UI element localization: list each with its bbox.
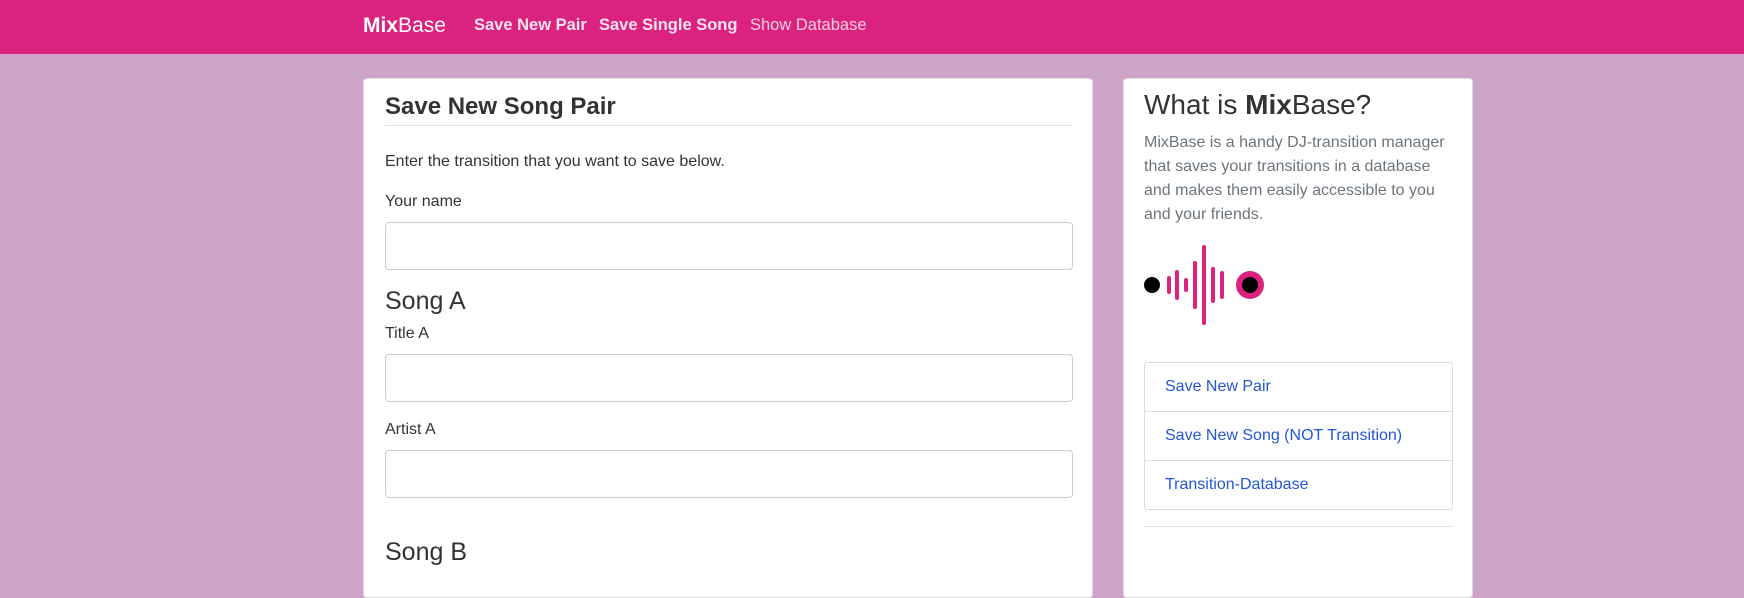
song-b-heading: Song B (385, 538, 468, 566)
save-pair-form-card: Save New Song Pair Enter the transition … (363, 78, 1093, 598)
nav-save-single-song[interactable]: Save Single Song (599, 16, 737, 35)
navbar: MixBase Save New Pair Save Single Song S… (0, 0, 1744, 54)
sidebar-title: What is MixBase? (1144, 89, 1371, 121)
name-input[interactable] (385, 222, 1073, 270)
nav-show-database[interactable]: Show Database (750, 16, 867, 35)
intro-text: Enter the transition that you want to sa… (385, 153, 725, 170)
title-a-label: Title A (385, 325, 429, 342)
sidebar-link-save-new-pair[interactable]: Save New Pair (1145, 363, 1452, 412)
song-a-heading: Song A (385, 287, 466, 315)
brand-bold: Mix (363, 14, 399, 37)
about-sidebar-card: What is MixBase? MixBase is a handy DJ-t… (1123, 78, 1473, 598)
sidebar-link-transition-database[interactable]: Transition-Database (1145, 461, 1452, 509)
title-divider (385, 125, 1073, 126)
page-title: Save New Song Pair (385, 93, 616, 120)
name-label: Your name (385, 193, 462, 210)
sidebar-nav-list: Save New Pair Save New Song (NOT Transit… (1144, 362, 1453, 510)
sidebar-title-prefix: What is (1144, 89, 1246, 120)
brand-rest: Base (398, 14, 446, 37)
sidebar-title-suffix: Base? (1291, 89, 1372, 120)
sidebar-divider (1144, 526, 1453, 527)
sidebar-title-bold: Mix (1245, 89, 1292, 120)
brand-logo[interactable]: MixBase (363, 14, 446, 38)
artist-a-input[interactable] (385, 450, 1073, 498)
sidebar-description: MixBase is a handy DJ-transition manager… (1144, 134, 1445, 223)
nav-save-new-pair[interactable]: Save New Pair (474, 16, 587, 35)
title-a-input[interactable] (385, 354, 1073, 402)
artist-a-label: Artist A (385, 421, 436, 438)
sidebar-link-save-new-song[interactable]: Save New Song (NOT Transition) (1145, 412, 1452, 461)
soundwave-icon (1144, 245, 1264, 325)
